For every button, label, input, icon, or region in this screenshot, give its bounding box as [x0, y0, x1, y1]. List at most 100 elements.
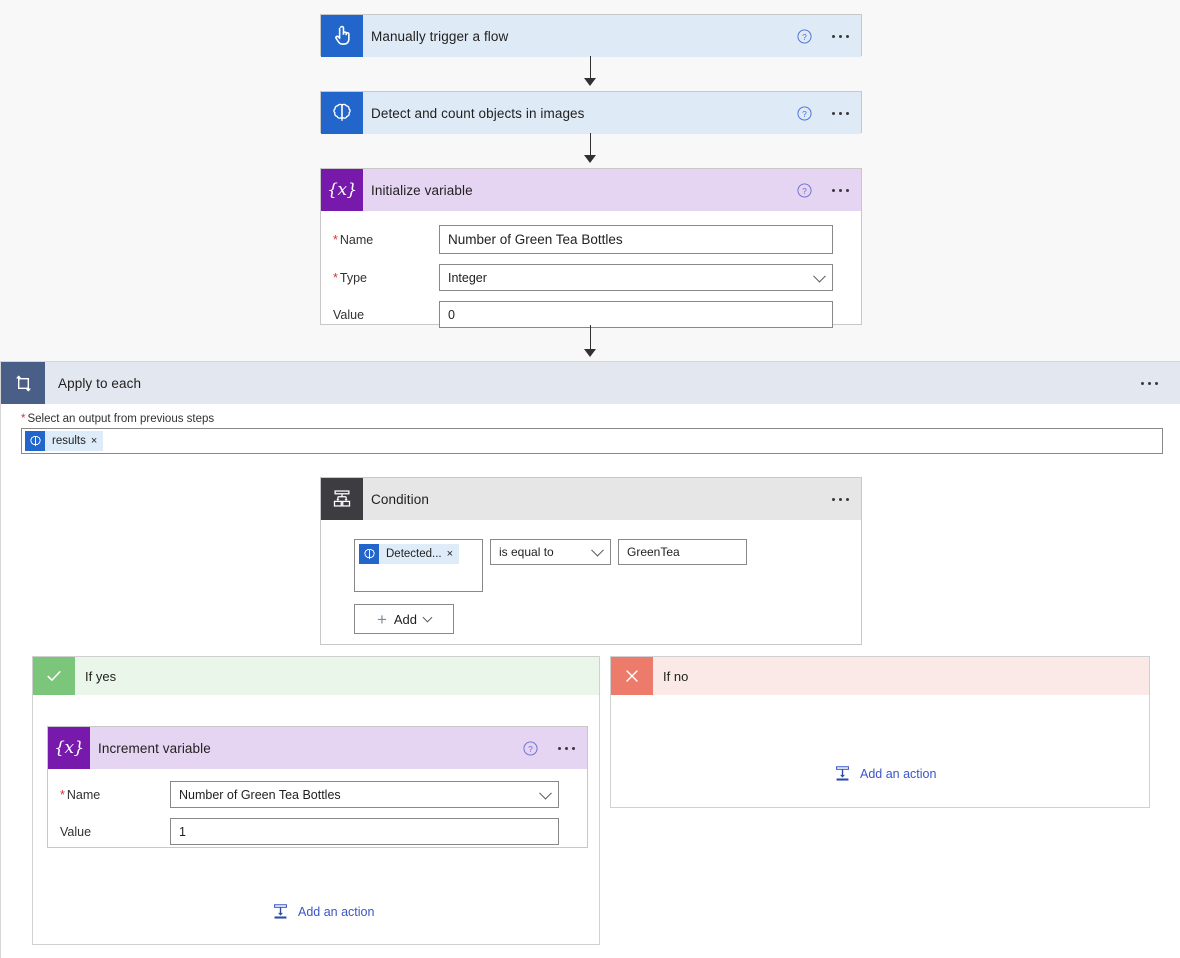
add-action-link[interactable]: Add an action [833, 764, 936, 783]
card-increment-variable[interactable]: {x} Increment variable ? * Name Number o… [47, 726, 588, 848]
manual-trigger-icon [321, 15, 363, 57]
more-options-icon[interactable] [1139, 376, 1160, 391]
connector-line [590, 56, 591, 80]
more-options-icon[interactable] [830, 183, 851, 198]
condition-right-operand-input[interactable]: GreenTea [618, 539, 747, 565]
variable-icon: {x} [48, 727, 90, 769]
branch-if-yes[interactable]: If yes {x} Increment variable ? * Name N… [32, 656, 600, 945]
add-action-link[interactable]: Add an action [271, 902, 374, 921]
loop-icon [1, 362, 45, 404]
card-condition[interactable]: Condition Detected... × is equal to Gree… [320, 477, 862, 645]
add-action-icon [836, 766, 849, 781]
connector-arrow [584, 349, 596, 357]
field-row-name: * Name Number of Green Tea Bottles [321, 225, 847, 254]
add-action-if-yes[interactable]: Add an action [271, 902, 374, 924]
chevron-down-icon [591, 543, 604, 557]
card-header: Detect and count objects in images ? [321, 92, 861, 134]
card-header: Manually trigger a flow ? [321, 15, 861, 57]
connector-arrow [584, 78, 596, 86]
more-options-icon[interactable] [556, 741, 577, 756]
add-action-if-no[interactable]: Add an action [833, 764, 936, 786]
plus-icon: + [376, 609, 387, 629]
field-row-name: * Name Number of Green Tea Bottles [48, 781, 573, 808]
help-icon[interactable]: ? [797, 182, 812, 198]
close-icon[interactable]: × [91, 435, 103, 447]
more-options-icon[interactable] [830, 106, 851, 121]
svg-text:?: ? [528, 743, 533, 753]
increment-variable-value-input[interactable]: 1 [170, 818, 559, 845]
variable-name-input[interactable]: Number of Green Tea Bottles [439, 225, 833, 254]
branch-header-if-no: If no [611, 657, 1149, 695]
condition-operator-select[interactable]: is equal to [490, 539, 611, 565]
apply-to-each-title: Apply to each [58, 375, 142, 391]
card-detect-and-count-objects[interactable]: Detect and count objects in images ? [320, 91, 862, 134]
ai-builder-brain-icon [321, 92, 363, 134]
flow-designer-canvas: Manually trigger a flow ? Detect and cou… [0, 0, 1180, 958]
close-icon [611, 657, 653, 695]
field-label: * Name [60, 787, 101, 802]
chevron-down-icon [813, 269, 826, 283]
branch-if-no[interactable]: If no Add an action [610, 656, 1150, 808]
svg-text:?: ? [802, 31, 807, 41]
card-header: Condition [321, 478, 861, 520]
variable-type-select[interactable]: Integer [439, 264, 833, 291]
field-label: * Type [333, 270, 367, 285]
card-header-actions: ? [797, 15, 851, 57]
condition-row: Detected... × is equal to GreenTea [321, 539, 861, 592]
chevron-down-icon [539, 786, 552, 800]
card-initialize-variable[interactable]: {x} Initialize variable ? * Name Number o… [320, 168, 862, 328]
token-label: results [52, 435, 86, 447]
help-icon[interactable]: ? [797, 28, 812, 44]
add-action-icon [274, 904, 287, 919]
add-action-label: Add an action [860, 766, 937, 781]
field-row-value: Value 1 [48, 818, 573, 845]
card-body: * Name Number of Green Tea Bottles Value … [48, 769, 587, 859]
help-icon[interactable]: ? [523, 740, 538, 756]
close-icon[interactable]: × [447, 548, 459, 560]
required-marker: * [333, 232, 338, 247]
add-condition-button[interactable]: + Add [354, 604, 454, 634]
apply-to-each-body: * Select an output from previous steps re… [1, 404, 1180, 454]
required-marker: * [60, 787, 65, 802]
field-row-type: * Type Integer [321, 264, 847, 291]
field-label: Value [333, 307, 365, 322]
card-title: Increment variable [98, 740, 211, 756]
svg-text:?: ? [802, 108, 807, 118]
branch-header-if-yes: If yes [33, 657, 599, 695]
field-label: Value [60, 824, 92, 839]
variable-icon-glyph: {x} [54, 738, 84, 758]
variable-icon: {x} [321, 169, 363, 211]
field-label: * Name [333, 232, 374, 247]
card-title: Manually trigger a flow [371, 28, 509, 44]
condition-body: Detected... × is equal to GreenTea + Add [321, 520, 861, 634]
condition-left-operand[interactable]: Detected... × [354, 539, 483, 592]
chevron-down-icon [422, 612, 433, 622]
field-row-value: Value 0 [321, 301, 847, 328]
card-title: Condition [371, 491, 429, 507]
more-options-icon[interactable] [830, 492, 851, 507]
card-header-actions: ? [523, 727, 577, 769]
help-icon[interactable]: ? [797, 105, 812, 121]
variable-type-value: Integer [448, 270, 487, 285]
ai-builder-brain-icon [25, 431, 45, 451]
token-results[interactable]: results × [25, 431, 104, 451]
check-icon [33, 657, 75, 695]
card-manual-trigger[interactable]: Manually trigger a flow ? [320, 14, 862, 57]
condition-operator-value: is equal to [499, 545, 554, 559]
card-header-actions: ? [797, 169, 851, 211]
card-body: * Name Number of Green Tea Bottles * Type … [321, 211, 861, 346]
increment-variable-name-select[interactable]: Number of Green Tea Bottles [170, 781, 559, 808]
card-header: {x} Initialize variable ? [321, 169, 861, 211]
increment-variable-name-value: Number of Green Tea Bottles [179, 787, 341, 802]
card-header: {x} Increment variable ? [48, 727, 587, 769]
branch-label: If no [663, 668, 689, 684]
ai-builder-brain-icon [359, 544, 379, 564]
select-output-input[interactable]: results × [21, 428, 1163, 454]
variable-value-input[interactable]: 0 [439, 301, 833, 328]
token-detected[interactable]: Detected... × [359, 544, 460, 564]
card-title: Detect and count objects in images [371, 105, 585, 121]
required-marker: * [333, 270, 338, 285]
more-options-icon[interactable] [830, 29, 851, 44]
card-header-actions: ? [797, 92, 851, 134]
connector-arrow [584, 155, 596, 163]
